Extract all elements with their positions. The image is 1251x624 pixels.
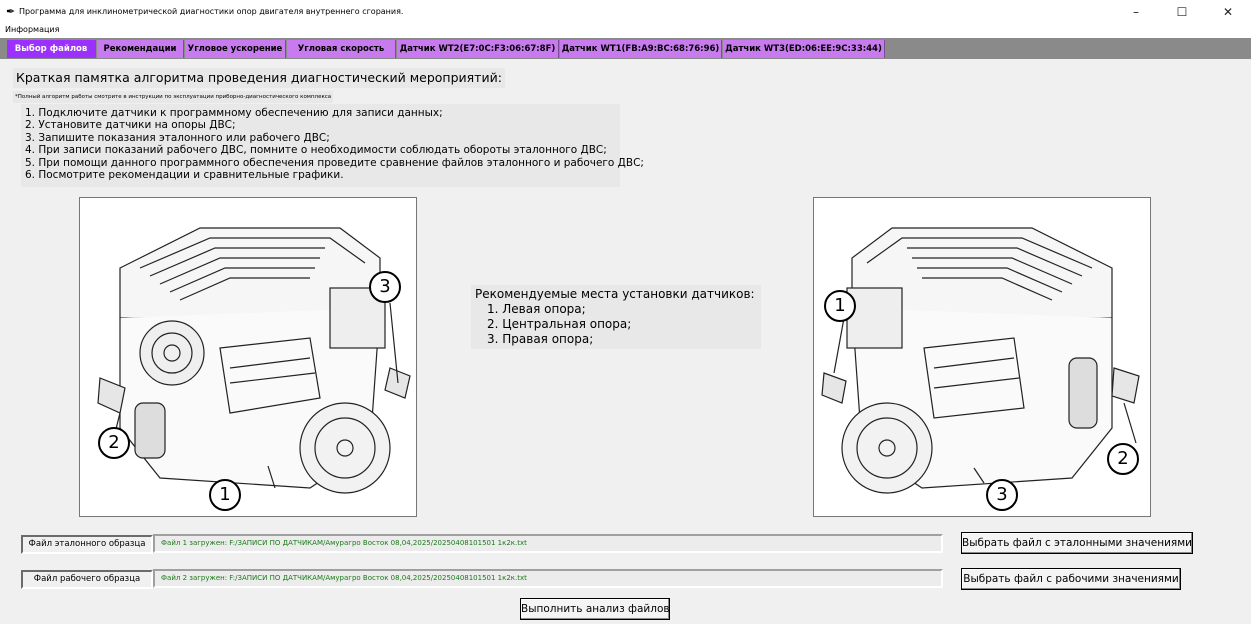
reference-file-status: Файл 1 загружен: F:/ЗАПИСИ ПО ДАТЧИКАМ/А… bbox=[153, 534, 943, 553]
feather-icon: ✒ bbox=[6, 5, 16, 18]
sensor-marker: 3 bbox=[986, 479, 1018, 511]
sensor-recommendation: Рекомендуемые места установки датчиков: … bbox=[471, 285, 761, 349]
recommendation-item: 1. Левая опора; bbox=[487, 302, 586, 316]
menu-item-info[interactable]: Информация bbox=[5, 25, 59, 34]
tab-angular-acceleration[interactable]: Угловое ускорение bbox=[185, 40, 286, 58]
maximize-button[interactable]: ☐ bbox=[1159, 0, 1205, 24]
recommendation-title: Рекомендуемые места установки датчиков: bbox=[475, 287, 755, 301]
engine-drawing-left bbox=[97, 227, 411, 494]
memo-note: *Полный алгоритм работы смотрите в инстр… bbox=[13, 91, 334, 103]
select-reference-file-button[interactable]: Выбрать файл с эталонными значениями bbox=[961, 532, 1193, 554]
steps-list: 1. Подключите датчики к программному обе… bbox=[21, 104, 644, 187]
reference-file-label: Файл эталонного образца bbox=[21, 535, 153, 554]
tab-sensor-wt2[interactable]: Датчик WT2(E7:0C:F3:06:67:8F) bbox=[397, 40, 559, 58]
working-file-status: Файл 2 загружен: F:/ЗАПИСИ ПО ДАТЧИКАМ/А… bbox=[153, 569, 943, 588]
tab-recommendations[interactable]: Рекомендации bbox=[97, 40, 184, 58]
title-bar: ✒ Программа для инклинометрической диагн… bbox=[0, 0, 1251, 24]
engine-image-right: 1 2 3 bbox=[813, 197, 1151, 517]
window-title: Программа для инклинометрической диагнос… bbox=[19, 7, 404, 16]
close-button[interactable]: ✕ bbox=[1205, 0, 1251, 24]
sensor-marker: 2 bbox=[1107, 443, 1139, 475]
tab-sensor-wt3[interactable]: Датчик WT3(ED:06:EE:9C:33:44) bbox=[723, 40, 885, 58]
tab-sensor-wt1[interactable]: Датчик WT1(FB:A9:BC:68:76:96) bbox=[560, 40, 722, 58]
sensor-marker: 3 bbox=[369, 271, 401, 303]
step-item: 5. При помощи данного программного обесп… bbox=[25, 156, 644, 169]
engine-image-left: 3 2 1 bbox=[79, 197, 417, 517]
menu-bar: Информация bbox=[0, 24, 1251, 38]
memo-title: Краткая памятка алгоритма проведения диа… bbox=[13, 68, 505, 88]
sensor-marker: 2 bbox=[98, 427, 130, 459]
sensor-marker: 1 bbox=[824, 290, 856, 322]
engine-drawing-right bbox=[821, 227, 1140, 494]
select-working-file-button[interactable]: Выбрать файл с рабочими значениями bbox=[961, 568, 1181, 590]
minimize-button[interactable]: – bbox=[1113, 0, 1159, 24]
step-item: 3. Запишите показания эталонного или раб… bbox=[25, 131, 330, 144]
recommendation-item: 2. Центральная опора; bbox=[487, 317, 632, 331]
tab-file-selection[interactable]: Выбор файлов bbox=[7, 40, 96, 58]
step-item: 6. Посмотрите рекомендации и сравнительн… bbox=[25, 169, 344, 182]
step-item: 1. Подключите датчики к программному обе… bbox=[25, 107, 443, 119]
step-item: 4. При записи показаний рабочего ДВС, по… bbox=[25, 144, 607, 157]
working-file-label: Файл рабочего образца bbox=[21, 570, 153, 589]
analyze-files-button[interactable]: Выполнить анализ файлов bbox=[520, 598, 670, 620]
recommendation-item: 3. Правая опора; bbox=[487, 332, 594, 346]
tab-bar: Выбор файлов Рекомендации Угловое ускоре… bbox=[0, 38, 1251, 59]
sensor-marker: 1 bbox=[209, 479, 241, 511]
step-item: 2. Установите датчики на опоры ДВС; bbox=[25, 119, 236, 132]
tab-angular-velocity[interactable]: Угловая скорость bbox=[287, 40, 396, 58]
